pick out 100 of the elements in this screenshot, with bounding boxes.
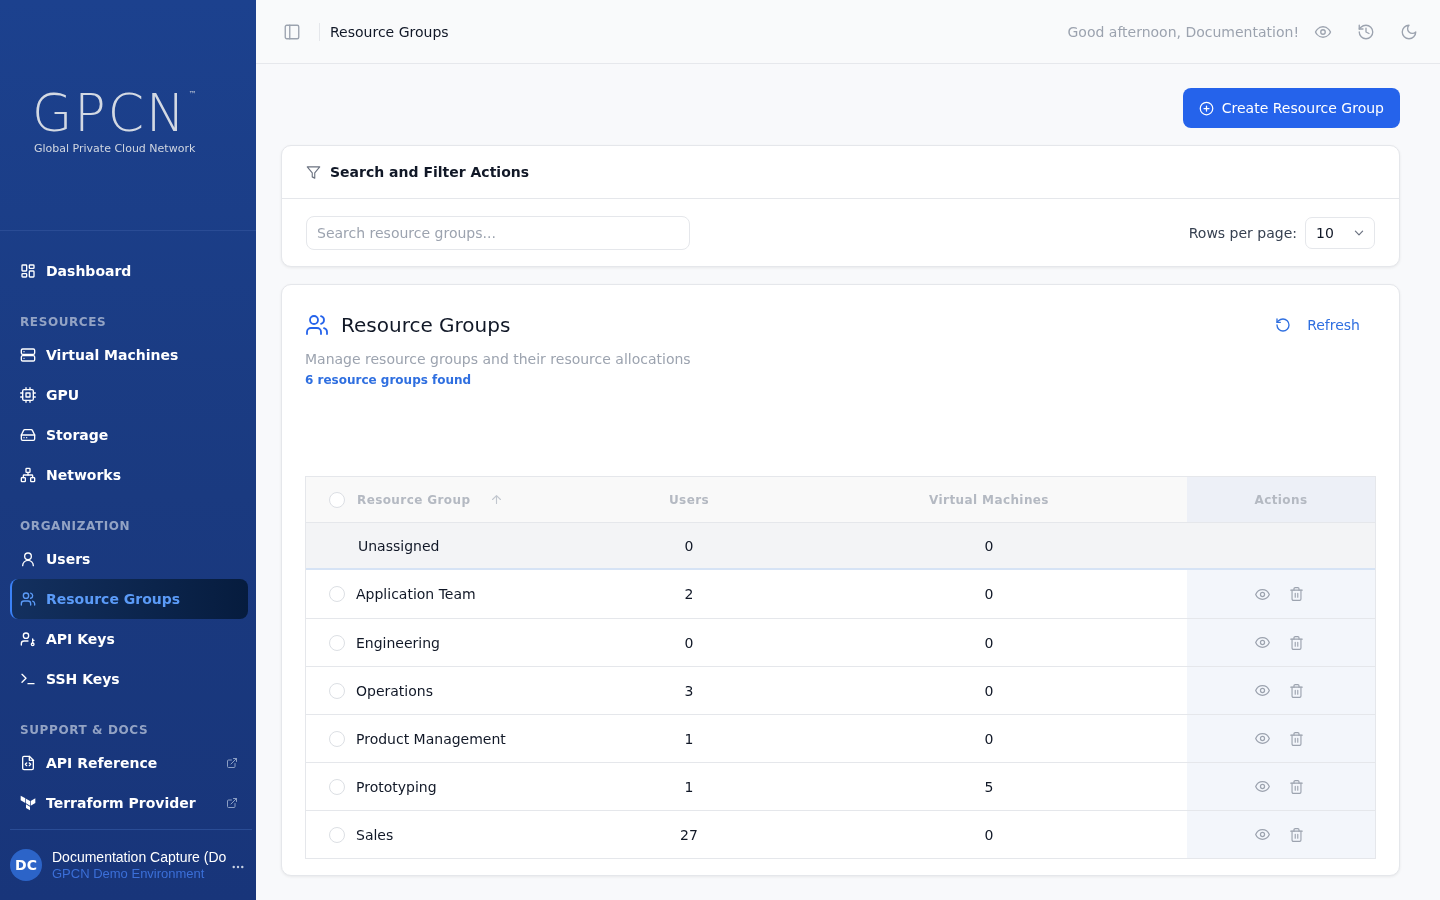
eye-icon[interactable] [1255,637,1270,648]
blocks-icon [20,795,36,811]
table-cell: 3 [684,682,694,699]
chevron-down-icon [1354,229,1364,236]
row-checkbox[interactable] [329,682,345,699]
trash-icon[interactable] [1290,635,1303,650]
row-checkbox[interactable] [329,634,345,651]
select-all-checkbox[interactable] [329,491,345,508]
eye-icon[interactable] [1255,588,1270,600]
trash-icon[interactable] [1290,779,1303,794]
sidebar-item[interactable]: Users [10,539,248,579]
row-checkbox[interactable] [329,826,345,843]
more-icon[interactable] [232,865,245,869]
table-cell: 0 [984,826,994,843]
group-name: Operations [356,682,433,699]
table-row[interactable]: Product Management 1 0 [306,714,1375,762]
table-cell: 0 [984,634,994,651]
group-name: Sales [356,826,394,843]
panel-title: Search and Filter Actions [330,164,530,180]
trash-icon[interactable] [1290,587,1303,601]
user-icon [20,551,36,567]
table-cell: 0 [984,730,994,747]
trash-icon[interactable] [1290,731,1303,746]
user-key-icon [20,631,36,647]
table-cell: 2 [684,586,694,602]
environment-name: GPCN Demo Environment [52,866,206,882]
sidebar-item[interactable]: Storage [10,415,248,455]
sidebar-item[interactable]: SSH Keys [10,659,248,699]
row-checkbox[interactable] [329,730,345,747]
terminal-icon [20,671,36,687]
sidebar-item[interactable]: API Reference [10,743,248,783]
table-cell: 0 [684,634,694,651]
group-name: Prototyping [356,778,437,795]
group-name: Application Team [356,586,476,602]
table-cell: 0 [984,682,994,699]
refresh-button[interactable]: Refresh [1275,317,1376,333]
table-cell: 1 [684,778,694,795]
table-row[interactable]: Sales 27 0 [306,810,1375,858]
eye-icon[interactable] [1255,829,1270,840]
history-icon[interactable] [1357,22,1375,41]
section-heading: SUPPORT & DOCS [19,722,150,738]
eye-icon[interactable] [1255,781,1270,792]
column-header: Users [668,492,710,507]
column-header: Actions [1187,477,1375,522]
network-icon [20,467,36,483]
sidebar-item[interactable]: Resource Groups [10,579,248,619]
eye-icon[interactable] [1255,685,1270,696]
grid-icon [20,263,36,279]
user-avatar[interactable]: DC [10,849,42,881]
page-title: Resource Groups [319,22,449,41]
rows-per-page-label: Rows per page: [1188,224,1297,241]
trademark-sign: ™ [188,90,197,100]
section-heading: ORGANIZATION [19,518,132,534]
users-icon [305,313,329,337]
table-cell: 0 [984,586,994,602]
create-resource-group-button[interactable]: Create Resource Group [1182,88,1400,128]
users-icon [20,591,36,607]
sidebar-item[interactable]: Networks [10,455,248,495]
table-row[interactable]: Operations 3 0 [306,666,1375,714]
arrow-up-icon[interactable] [492,495,502,504]
row-checkbox[interactable] [329,586,345,602]
moon-icon[interactable] [1400,22,1418,41]
table-row[interactable]: Engineering 0 0 [306,618,1375,666]
filter-icon [306,164,321,180]
row-checkbox[interactable] [329,778,345,795]
logo-wordmark: GPCN [32,88,187,138]
greeting-text: Good afternoon, Documentation! [1067,23,1299,40]
eye-icon[interactable] [1255,733,1270,744]
trash-icon[interactable] [1290,827,1303,842]
document-code-icon [20,755,36,771]
trash-icon[interactable] [1290,683,1303,698]
panel-description: Manage resource groups and their resource allocations [305,350,692,369]
rows-per-page-select[interactable]: 10 [1305,216,1375,249]
table-cell: 0 [684,537,694,554]
sidebar-item[interactable]: GPU [10,375,248,415]
table-cell: 27 [680,826,698,843]
server-icon [20,347,36,363]
group-name: Engineering [356,634,440,651]
table-cell: 0 [984,537,994,554]
chip-icon [20,387,36,403]
table-cell: 5 [984,778,994,795]
drive-icon [20,427,36,443]
group-name: Unassigned [358,537,440,554]
sidebar-item[interactable]: API Keys [10,619,248,659]
plus-circle-icon [1198,100,1214,116]
user-name: Documentation Capture (Do [52,848,227,866]
result-count: 6 resource groups found [305,372,473,388]
logo-tagline: Global Private Cloud Network [34,142,197,155]
panel-title: Resource Groups [341,313,511,337]
sidebar-item[interactable]: Virtual Machines [10,335,248,375]
section-heading: RESOURCES [19,314,108,330]
sidebar-toggle-icon[interactable] [283,22,301,41]
group-name: Product Management [356,730,506,747]
table-row[interactable]: Prototyping 1 5 [306,762,1375,810]
column-header: Virtual Machines [929,492,1049,507]
table-cell: 1 [684,730,694,747]
sidebar-item[interactable]: Dashboard [10,251,248,291]
search-field[interactable]: Search resource groups... [306,215,690,250]
sidebar-item[interactable]: Terraform Provider [10,783,248,823]
refresh-icon [1275,317,1292,333]
